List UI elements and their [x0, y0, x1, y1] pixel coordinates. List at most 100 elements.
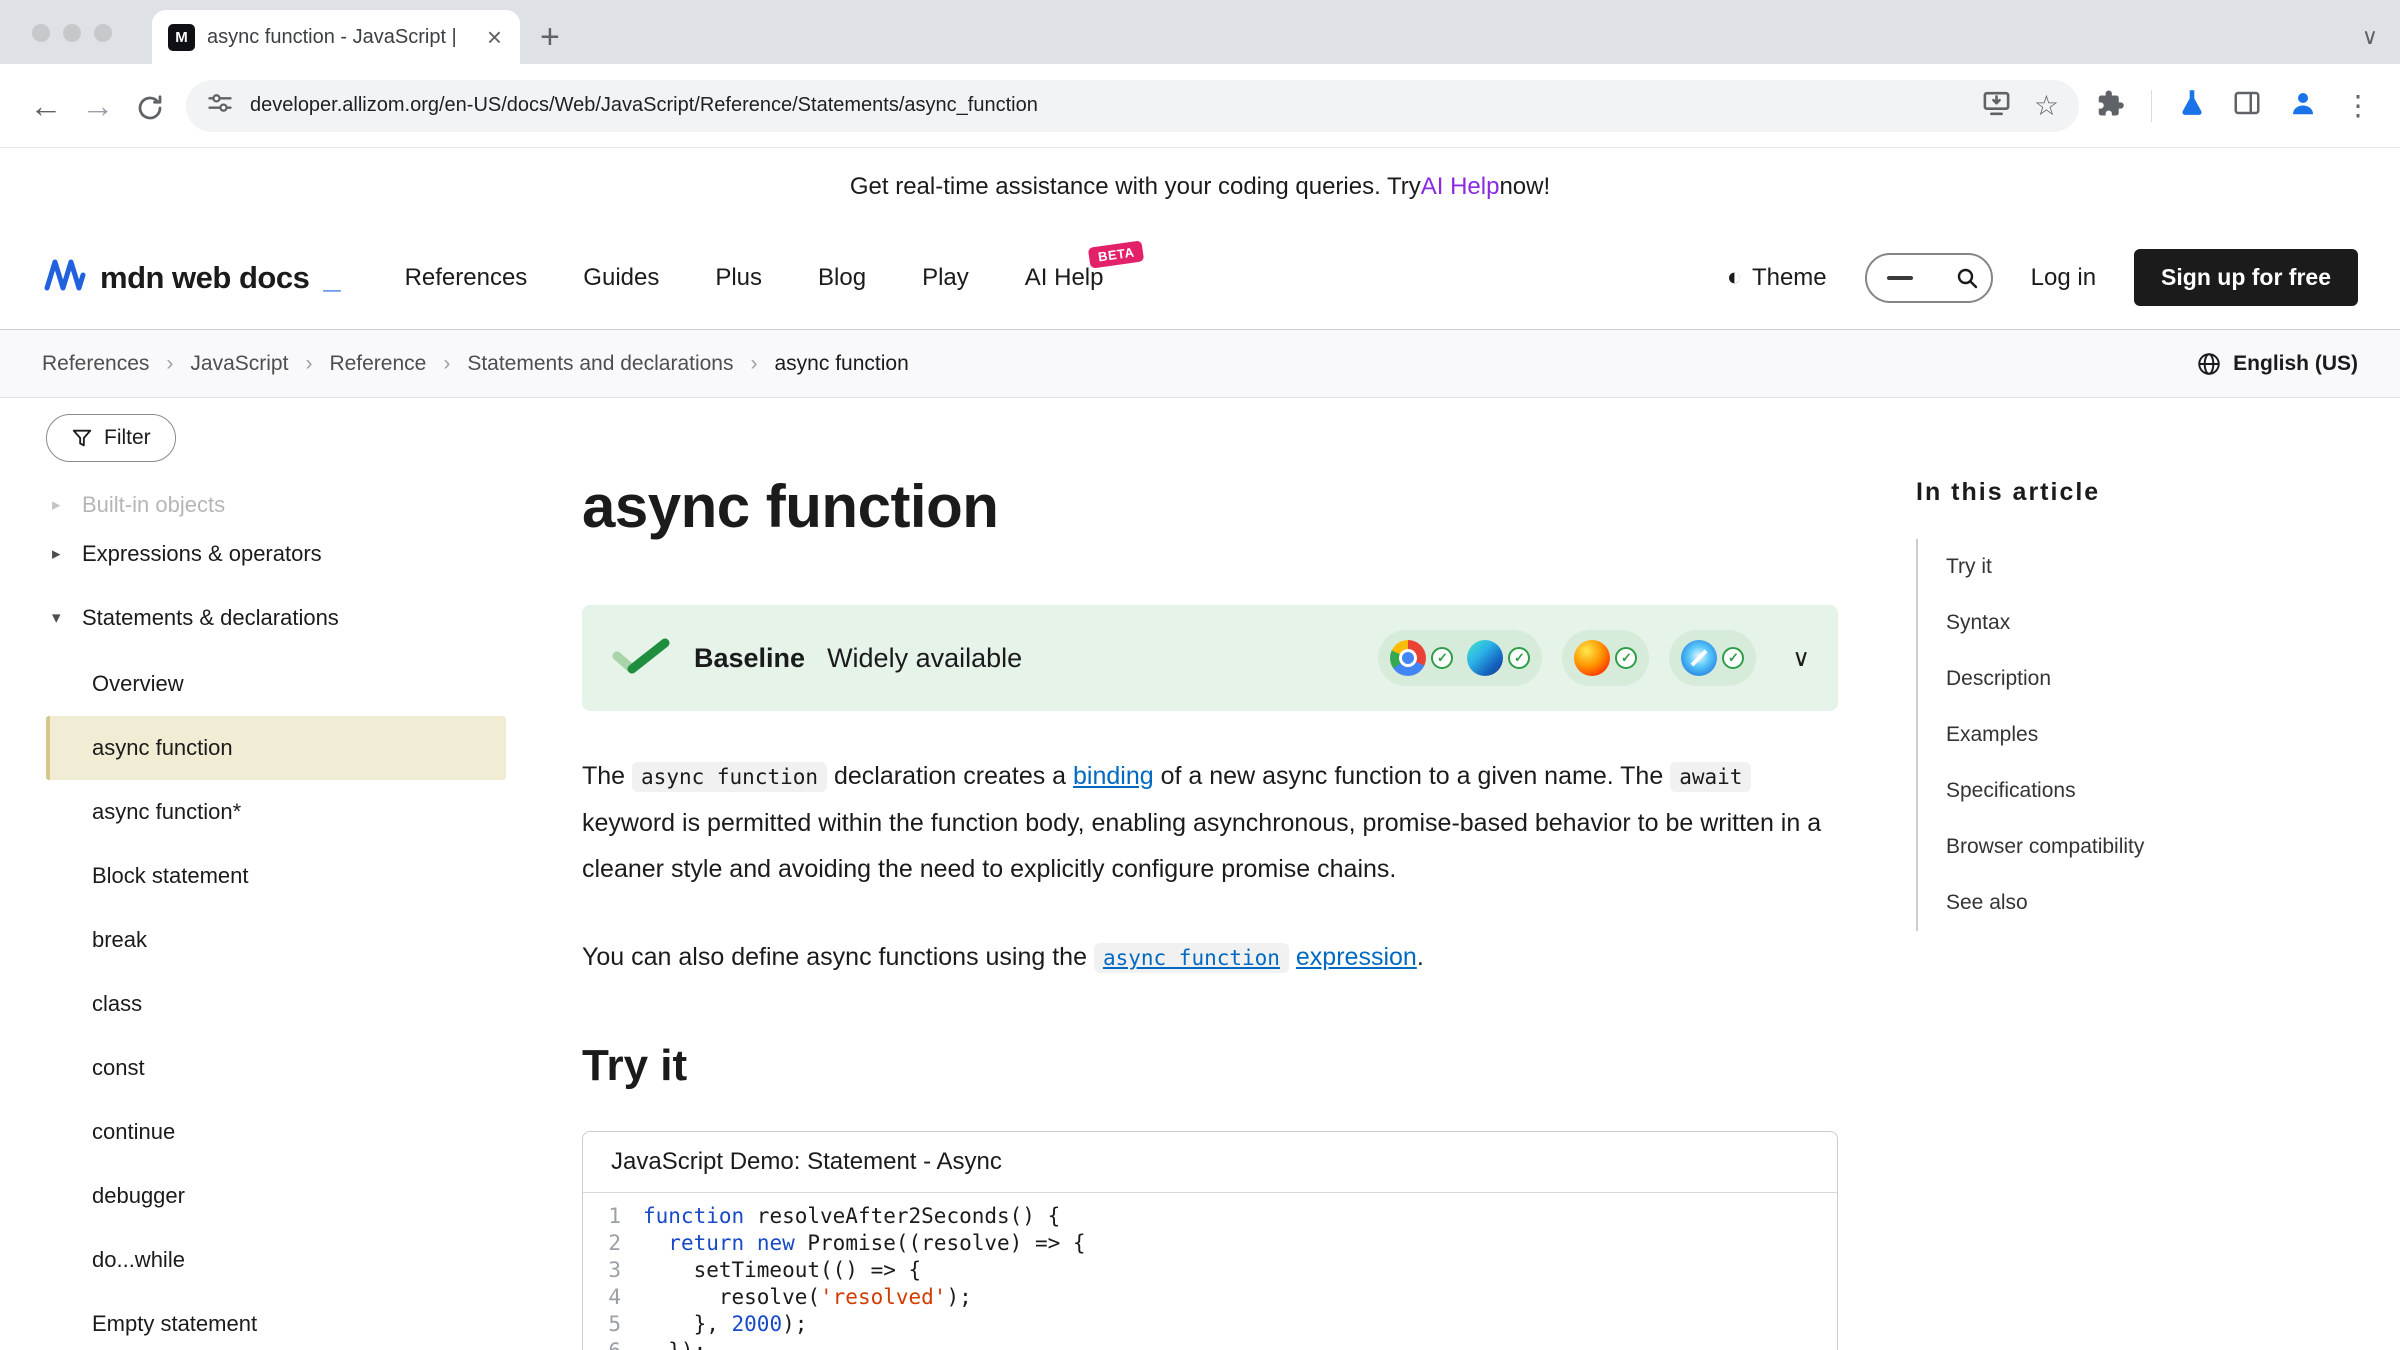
- nav-plus[interactable]: Plus: [715, 264, 762, 292]
- breadcrumb-statements[interactable]: Statements and declarations: [467, 352, 733, 376]
- tab-close-icon[interactable]: ×: [483, 22, 506, 53]
- line-number: 4: [583, 1284, 643, 1311]
- nav-references[interactable]: References: [405, 264, 528, 292]
- supported-check-icon: ✓: [1615, 647, 1637, 669]
- toc-item-specifications[interactable]: Specifications: [1946, 763, 2316, 819]
- sidebar-group-statements[interactable]: ▾ Statements & declarations: [46, 586, 506, 650]
- binding-link[interactable]: binding: [1073, 762, 1154, 790]
- disclosure-expanded-icon: ▾: [52, 608, 70, 628]
- baseline-banner[interactable]: Baseline Widely available ✓ ✓ ✓ ✓ ∨: [582, 605, 1838, 711]
- side-panel-icon[interactable]: [2232, 88, 2262, 123]
- disclosure-collapsed-icon: ▸: [52, 544, 70, 564]
- sidebar-group-expressions[interactable]: ▸ Expressions & operators: [46, 522, 506, 586]
- mdn-logo[interactable]: mdn web docs_: [42, 258, 341, 297]
- reload-button[interactable]: [124, 88, 176, 122]
- sidebar-item-async-function-star[interactable]: async function*: [46, 780, 506, 844]
- sidebar-item-built-in-objects[interactable]: ▸ Built-in objects: [46, 488, 506, 522]
- search-icon: [1955, 266, 1979, 290]
- site-settings-icon[interactable]: [206, 89, 234, 122]
- browser-pill-firefox: ✓: [1562, 630, 1649, 686]
- extensions-icon[interactable]: [2095, 88, 2125, 123]
- sidebar-filter-button[interactable]: Filter: [46, 414, 176, 462]
- install-icon[interactable]: [1981, 88, 2012, 124]
- safari-icon: [1681, 640, 1717, 676]
- toc-item-try-it[interactable]: Try it: [1946, 539, 2316, 595]
- login-link[interactable]: Log in: [2031, 264, 2096, 292]
- firefox-icon: [1574, 640, 1610, 676]
- profile-avatar-icon[interactable]: [2288, 88, 2318, 123]
- docs-sidebar: Filter ▸ Built-in objects ▸ Expressions …: [0, 398, 506, 1350]
- mdn-favicon: M: [168, 24, 195, 51]
- baseline-expand-caret-icon[interactable]: ∨: [1792, 644, 1810, 673]
- zoom-window-button[interactable]: [94, 24, 112, 42]
- theme-switcher[interactable]: ◐Theme: [1727, 263, 1827, 292]
- toc-item-description[interactable]: Description: [1946, 651, 2316, 707]
- async-function-expression-link[interactable]: async function: [1094, 943, 1289, 971]
- breadcrumb-separator: ›: [443, 352, 450, 376]
- expression-link[interactable]: expression: [1296, 943, 1417, 971]
- toc-item-see-also[interactable]: See also: [1946, 875, 2316, 931]
- breadcrumb-references[interactable]: References: [42, 352, 149, 376]
- breadcrumb-reference[interactable]: Reference: [329, 352, 426, 376]
- mdn-site-header: mdn web docs_ References Guides Plus Blo…: [0, 226, 2400, 330]
- interactive-demo: JavaScript Demo: Statement - Async 1func…: [582, 1131, 1838, 1350]
- nav-ai-help[interactable]: AI HelpBETA: [1025, 264, 1104, 292]
- browser-tab[interactable]: M async function - JavaScript | ×: [152, 10, 520, 64]
- expression-paragraph: You can also define async functions usin…: [582, 934, 1838, 981]
- language-switcher[interactable]: English (US): [2196, 351, 2358, 377]
- nav-guides[interactable]: Guides: [583, 264, 659, 292]
- line-number: 3: [583, 1257, 643, 1284]
- line-number: 5: [583, 1311, 643, 1338]
- toolbar-divider: [2151, 90, 2152, 122]
- breadcrumb-separator: ›: [751, 352, 758, 376]
- toc-item-examples[interactable]: Examples: [1946, 707, 2316, 763]
- text: of a new async function to a given name.…: [1154, 762, 1671, 790]
- sidebar-item-const[interactable]: const: [46, 1036, 506, 1100]
- sidebar-item-do-while[interactable]: do...while: [46, 1228, 506, 1292]
- sidebar-item-debugger[interactable]: debugger: [46, 1164, 506, 1228]
- close-window-button[interactable]: [32, 24, 50, 42]
- toc-list: Try it Syntax Description Examples Speci…: [1916, 539, 2316, 931]
- sidebar-item-break[interactable]: break: [46, 908, 506, 972]
- code-line: 5 }, 2000);: [583, 1311, 1837, 1338]
- minimize-window-button[interactable]: [63, 24, 81, 42]
- toc-item-browser-compatibility[interactable]: Browser compatibility: [1946, 819, 2316, 875]
- forward-button[interactable]: →: [72, 89, 124, 122]
- article-body: The async function declaration creates a…: [582, 753, 1838, 981]
- demo-code-editor[interactable]: 1function resolveAfter2Seconds() { 2 ret…: [583, 1193, 1837, 1350]
- promo-ai-help-link[interactable]: AI Help: [1421, 173, 1500, 201]
- address-bar[interactable]: developer.allizom.org/en-US/docs/Web/Jav…: [186, 80, 2079, 132]
- tab-search-caret-icon[interactable]: ∨: [2362, 24, 2378, 50]
- globe-icon: [2196, 351, 2222, 377]
- experiments-flask-icon[interactable]: [2178, 88, 2206, 123]
- supported-check-icon: ✓: [1508, 647, 1530, 669]
- nav-play[interactable]: Play: [922, 264, 969, 292]
- browser-menu-kebab-icon[interactable]: ⋮: [2344, 92, 2372, 120]
- browser-pill-chromium: ✓ ✓: [1378, 630, 1542, 686]
- signup-button[interactable]: Sign up for free: [2134, 249, 2358, 306]
- tryit-section-heading: Try it: [582, 1041, 1838, 1091]
- omnibox-actions: ☆: [1981, 88, 2059, 124]
- new-tab-button[interactable]: +: [540, 20, 560, 54]
- sidebar-item-empty-statement[interactable]: Empty statement: [46, 1292, 506, 1350]
- sidebar-item-class[interactable]: class: [46, 972, 506, 1036]
- sidebar-item-async-function-current[interactable]: async function: [46, 716, 506, 780]
- sidebar-item-block-statement[interactable]: Block statement: [46, 844, 506, 908]
- url-text: developer.allizom.org/en-US/docs/Web/Jav…: [250, 94, 1965, 117]
- breadcrumb-javascript[interactable]: JavaScript: [190, 352, 288, 376]
- filter-funnel-icon: [71, 427, 93, 449]
- breadcrumb-current-page[interactable]: async function: [775, 352, 909, 376]
- sidebar-item-continue[interactable]: continue: [46, 1100, 506, 1164]
- bookmark-star-icon[interactable]: ☆: [2034, 92, 2059, 120]
- nav-blog[interactable]: Blog: [818, 264, 866, 292]
- sidebar-group-label: Expressions & operators: [82, 541, 322, 567]
- sidebar-group-label: Statements & declarations: [82, 605, 339, 631]
- browser-window: M async function - JavaScript | × + ∨ ← …: [0, 0, 2400, 148]
- inline-code: await: [1670, 762, 1751, 792]
- back-button[interactable]: ←: [20, 89, 72, 122]
- sidebar-item-overview[interactable]: Overview: [46, 652, 506, 716]
- toc-item-syntax[interactable]: Syntax: [1946, 595, 2316, 651]
- text: You can also define async functions usin…: [582, 943, 1094, 971]
- toolbar-actions: ⋮: [2095, 88, 2380, 123]
- site-search-input[interactable]: [1865, 253, 1993, 303]
